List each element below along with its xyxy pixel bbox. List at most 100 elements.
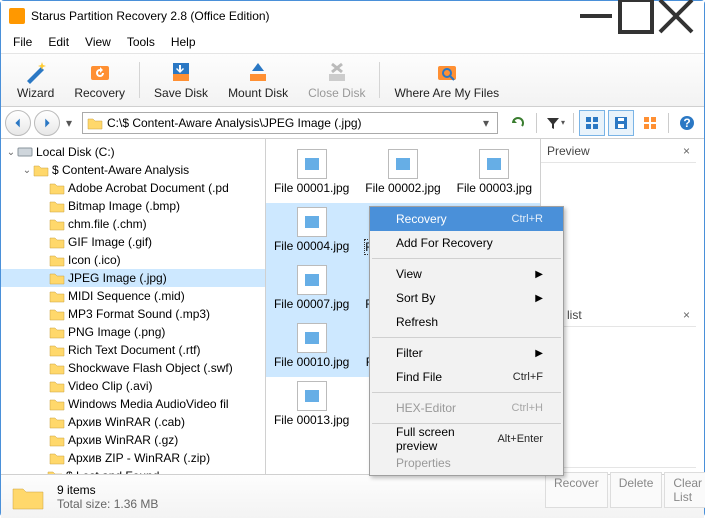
folder-icon xyxy=(49,199,65,213)
path-dropdown[interactable]: ▾ xyxy=(479,116,493,130)
menu-file[interactable]: File xyxy=(5,33,40,51)
tree-root[interactable]: ⌄ Local Disk (C:) xyxy=(1,143,265,161)
minimize-button[interactable] xyxy=(576,1,616,31)
tree-item[interactable]: PNG Image (.png) xyxy=(1,323,265,341)
refresh-button[interactable] xyxy=(505,110,531,136)
file-item[interactable]: File 00013.jpg xyxy=(266,377,357,435)
ctx-view[interactable]: View ▶ xyxy=(370,262,563,286)
ctx-fullscreen-preview[interactable]: Full screen preview Alt+Enter xyxy=(370,427,563,451)
folder-icon xyxy=(49,253,65,267)
nav-history-dropdown[interactable]: ▾ xyxy=(63,116,75,130)
menu-separator xyxy=(372,423,561,424)
wizard-button[interactable]: Wizard xyxy=(7,58,64,102)
view-icons-button[interactable] xyxy=(579,110,605,136)
delete-button[interactable]: Delete xyxy=(610,472,663,508)
wizard-icon xyxy=(24,60,48,84)
expand-icon[interactable]: › xyxy=(35,471,47,475)
mount-disk-label: Mount Disk xyxy=(228,86,288,100)
close-disk-label: Close Disk xyxy=(308,86,365,100)
save-disk-button[interactable]: Save Disk xyxy=(144,58,218,102)
tree-item[interactable]: chm.file (.chm) xyxy=(1,215,265,233)
filter-button[interactable]: ▾ xyxy=(542,110,568,136)
clear-list-button[interactable]: Clear List xyxy=(664,472,705,508)
file-item[interactable]: File 00002.jpg xyxy=(357,145,448,203)
tree-item[interactable]: GIF Image (.gif) xyxy=(1,233,265,251)
file-item[interactable]: File 00010.jpg xyxy=(266,319,357,377)
tree-item[interactable]: MP3 Format Sound (.mp3) xyxy=(1,305,265,323)
tree-item[interactable]: Архив WinRAR (.gz) xyxy=(1,431,265,449)
tree-item[interactable]: MIDI Sequence (.mid) xyxy=(1,287,265,305)
folder-tree[interactable]: ⌄ Local Disk (C:) ⌄ $ Content-Aware Anal… xyxy=(1,139,266,474)
title-bar: Starus Partition Recovery 2.8 (Office Ed… xyxy=(1,1,704,31)
close-disk-icon xyxy=(325,60,349,84)
tree-item[interactable]: ›$ Lost and Found xyxy=(1,467,265,474)
ctx-sort-by[interactable]: Sort By ▶ xyxy=(370,286,563,310)
ctx-find-file[interactable]: Find File Ctrl+F xyxy=(370,365,563,389)
recover-button[interactable]: Recover xyxy=(545,472,608,508)
nav-back-button[interactable] xyxy=(5,110,31,136)
path-box[interactable]: C:\$ Content-Aware Analysis\JPEG Image (… xyxy=(82,112,498,134)
menu-edit[interactable]: Edit xyxy=(40,33,77,51)
where-files-icon xyxy=(435,60,459,84)
preview-header[interactable]: Preview × xyxy=(541,139,696,163)
maximize-button[interactable] xyxy=(616,1,656,31)
recovery-list-close-icon[interactable]: × xyxy=(683,308,690,322)
tree-item[interactable]: JPEG Image (.jpg) xyxy=(1,269,265,287)
folder-icon xyxy=(49,451,65,465)
tree-item[interactable]: Video Clip (.avi) xyxy=(1,377,265,395)
folder-icon xyxy=(49,271,65,285)
tree-item[interactable]: Архив WinRAR (.cab) xyxy=(1,413,265,431)
tree-item-label: Adobe Acrobat Document (.pd xyxy=(68,181,229,195)
save-button[interactable] xyxy=(608,110,634,136)
tree-item[interactable]: Shockwave Flash Object (.swf) xyxy=(1,359,265,377)
menu-view[interactable]: View xyxy=(77,33,119,51)
disk-icon xyxy=(17,145,33,159)
recovery-list-header[interactable]: ery list × xyxy=(541,303,696,327)
context-menu: Recovery Ctrl+R Add For Recovery View ▶ … xyxy=(369,206,564,476)
options-button[interactable] xyxy=(637,110,663,136)
collapse-icon[interactable]: ⌄ xyxy=(5,147,17,158)
file-item[interactable]: File 00007.jpg xyxy=(266,261,357,319)
folder-icon xyxy=(49,181,65,195)
close-button[interactable] xyxy=(656,1,696,31)
tree-item-label: Windows Media AudioVideo fil xyxy=(68,397,229,411)
menu-help[interactable]: Help xyxy=(163,33,204,51)
tree-item-label: JPEG Image (.jpg) xyxy=(68,271,167,285)
ctx-filter[interactable]: Filter ▶ xyxy=(370,341,563,365)
tree-item[interactable]: Adobe Acrobat Document (.pd xyxy=(1,179,265,197)
nav-separator xyxy=(668,113,669,133)
file-thumbnail xyxy=(479,149,509,179)
tree-item[interactable]: Windows Media AudioVideo fil xyxy=(1,395,265,413)
status-count: 9 items xyxy=(57,483,158,497)
tree-item[interactable]: Icon (.ico) xyxy=(1,251,265,269)
ctx-recovery[interactable]: Recovery Ctrl+R xyxy=(370,207,563,231)
file-thumbnail xyxy=(297,381,327,411)
folder-icon xyxy=(87,116,103,130)
tree-item[interactable]: Bitmap Image (.bmp) xyxy=(1,197,265,215)
tree-analysis[interactable]: ⌄ $ Content-Aware Analysis xyxy=(1,161,265,179)
collapse-icon[interactable]: ⌄ xyxy=(21,165,33,176)
folder-icon xyxy=(49,235,65,249)
nav-forward-button[interactable] xyxy=(34,110,60,136)
recovery-button[interactable]: Recovery xyxy=(64,58,135,102)
menu-tools[interactable]: Tools xyxy=(119,33,163,51)
submenu-arrow-icon: ▶ xyxy=(535,293,543,304)
tree-item[interactable]: Архив ZIP - WinRAR (.zip) xyxy=(1,449,265,467)
file-name: File 00013.jpg xyxy=(274,413,349,427)
file-item[interactable]: File 00001.jpg xyxy=(266,145,357,203)
folder-icon xyxy=(49,307,65,321)
mount-disk-button[interactable]: Mount Disk xyxy=(218,58,298,102)
file-name: File 00003.jpg xyxy=(457,181,532,195)
file-item[interactable]: File 00004.jpg xyxy=(266,203,357,261)
help-button[interactable]: ? xyxy=(674,110,700,136)
ctx-refresh[interactable]: Refresh xyxy=(370,310,563,334)
tree-item[interactable]: Rich Text Document (.rtf) xyxy=(1,341,265,359)
where-files-button[interactable]: Where Are My Files xyxy=(384,58,509,102)
preview-close-icon[interactable]: × xyxy=(683,144,690,158)
folder-icon xyxy=(49,361,65,375)
folder-icon xyxy=(47,469,63,474)
nav-bar: ▾ C:\$ Content-Aware Analysis\JPEG Image… xyxy=(1,107,704,139)
ctx-add-recovery[interactable]: Add For Recovery xyxy=(370,231,563,255)
file-thumbnail xyxy=(297,207,327,237)
file-item[interactable]: File 00003.jpg xyxy=(449,145,540,203)
